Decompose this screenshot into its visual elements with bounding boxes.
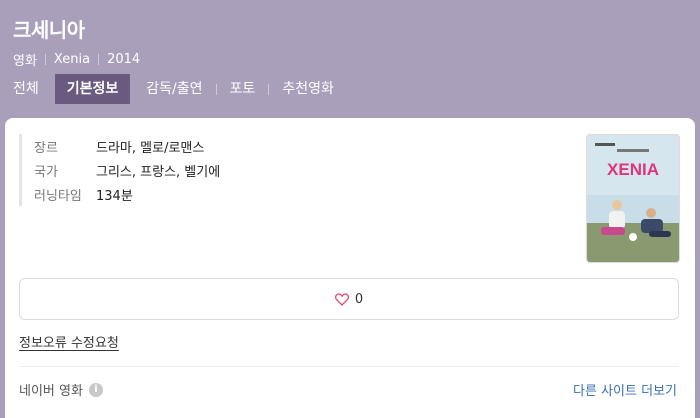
more-sites-link[interactable]: 다른 사이트 더보기	[573, 380, 677, 399]
page-header: 크세니아 영화 Xenia 2014 전체 기본정보 감독/출연 포토 추천영화	[0, 0, 700, 118]
heart-icon	[334, 292, 349, 306]
tab-photo[interactable]: 포토	[217, 74, 269, 104]
meta-type: 영화	[13, 54, 37, 69]
poster-title: XENIA	[607, 160, 659, 179]
meta-separator	[98, 54, 100, 65]
like-button[interactable]: 0	[334, 291, 364, 307]
report-error-link[interactable]: 정보오류 수정요청	[19, 332, 119, 351]
source-label: 네이버 영화 i	[19, 380, 103, 399]
tab-basic-info[interactable]: 기본정보	[54, 74, 131, 104]
info-card: 장르 드라마, 멜로/로맨스 국가 그리스, 프랑스, 벨기에 러닝타임 134…	[5, 118, 695, 418]
tab-recommended[interactable]: 추천영화	[269, 74, 347, 104]
tab-all[interactable]: 전체	[0, 74, 52, 104]
page-title: 크세니아	[13, 18, 85, 42]
info-label: 국가	[34, 164, 58, 180]
meta-original-title: Xenia	[53, 52, 91, 67]
tab-director-cast[interactable]: 감독/출연	[133, 74, 215, 104]
info-icon[interactable]: i	[88, 382, 103, 397]
movie-poster[interactable]: XENIA	[586, 134, 680, 263]
basic-info-list: 장르 드라마, 멜로/로맨스 국가 그리스, 프랑스, 벨기에 러닝타임 134…	[19, 134, 220, 206]
meta-year: 2014	[107, 52, 141, 67]
divider	[19, 366, 679, 367]
like-count: 0	[354, 291, 364, 307]
info-row-genre: 장르 드라마, 멜로/로맨스	[34, 134, 220, 158]
movie-meta: 영화 Xenia 2014	[13, 50, 140, 69]
info-row-country: 국가 그리스, 프랑스, 벨기에	[34, 158, 220, 182]
info-row-runtime: 러닝타임 134분	[34, 182, 220, 206]
info-value: 드라마, 멜로/로맨스	[96, 140, 205, 156]
meta-separator	[44, 54, 46, 65]
tab-bar: 전체 기본정보 감독/출연 포토 추천영화	[0, 74, 347, 104]
info-value: 134분	[96, 188, 133, 204]
info-label: 장르	[34, 140, 58, 156]
info-value: 그리스, 프랑스, 벨기에	[96, 164, 221, 180]
info-label: 러닝타임	[34, 188, 82, 204]
source-name: 네이버 영화	[19, 384, 83, 399]
like-box: 0	[19, 278, 679, 320]
poster-image: XENIA	[587, 135, 679, 262]
